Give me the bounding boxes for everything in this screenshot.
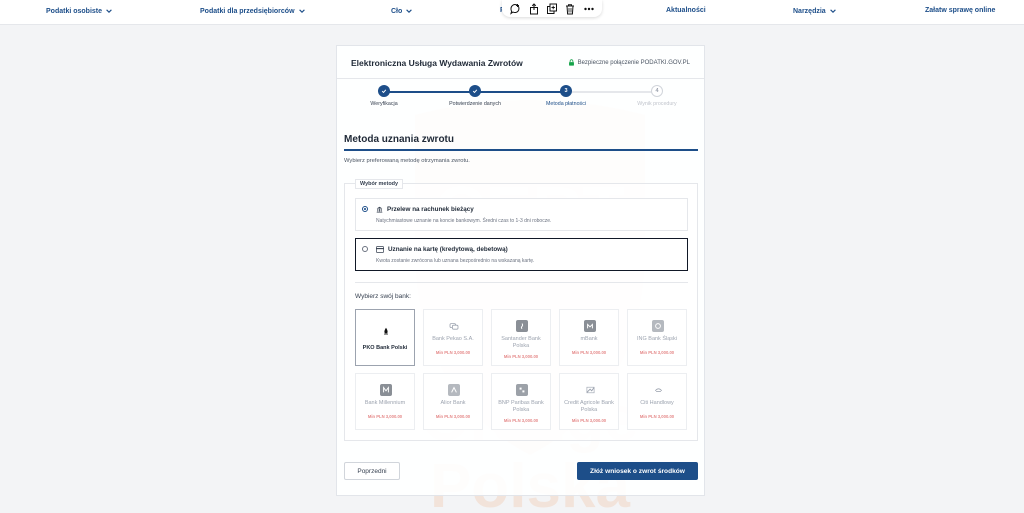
bank-min-amount: Min PLN 3,000.00 — [503, 418, 539, 423]
ing-logo-icon — [652, 320, 664, 332]
stepper-line-pending — [565, 91, 655, 93]
delete-icon[interactable] — [564, 3, 576, 15]
option-description: Kwota zostanie zwrócona lub uznana bezpo… — [376, 258, 535, 264]
secure-connection: Bezpieczne połączenie PODATKI.GOV.PL — [568, 59, 690, 66]
bank-name: BNP Paribas Bank Polska — [498, 400, 544, 413]
option-title: Uznanie na kartę (kredytową, debetową) — [376, 246, 508, 253]
bank-min-amount: Min PLN 3,000.00 — [639, 350, 675, 355]
section-title: Metoda uznania zwrotu — [344, 134, 454, 145]
lock-icon — [568, 59, 574, 66]
comment-add-icon[interactable] — [509, 3, 521, 15]
pekao-logo-icon — [448, 320, 460, 332]
nav-item-podatki-osobiste[interactable]: Podatki osobiste — [46, 7, 113, 15]
nav-item-label: Aktualności — [666, 7, 706, 14]
bank-tile-alior[interactable]: Alior Bank Min PLN 3,000.00 — [423, 373, 483, 430]
share-icon[interactable] — [528, 2, 540, 15]
duplicate-icon[interactable] — [546, 3, 558, 15]
bank-min-amount: Min PLN 3,000.00 — [435, 350, 471, 355]
citi-logo-icon — [652, 384, 664, 396]
chevron-down-icon — [829, 9, 836, 13]
previous-button[interactable]: Poprzedni — [344, 462, 400, 480]
credit-agricole-logo-icon — [584, 384, 596, 396]
bank-tile-millennium[interactable]: Bank Millennium Min PLN 3,000.00 — [355, 373, 415, 430]
nav-item-label: Narzędzia — [793, 7, 826, 15]
step-4-circle: 4 — [651, 85, 663, 97]
step-3-circle: 3 — [560, 85, 572, 97]
bank-tile-bnp[interactable]: BNP Paribas Bank Polska Min PLN 3,000.00 — [491, 373, 551, 430]
bank-name: Santander Bank Polska — [501, 336, 541, 349]
pko-logo-icon — [380, 325, 392, 337]
mbank-logo-icon — [584, 320, 596, 332]
submit-refund-button[interactable]: Złóż wniosek o zwrot środków — [577, 462, 698, 480]
card-header: Elektroniczna Usługa Wydawania Zwrotów B… — [337, 46, 704, 79]
nav-item-narzedzia[interactable]: Narzędzia — [793, 7, 837, 15]
bank-icon — [376, 206, 383, 213]
option-card-refund[interactable]: Uznanie na kartę (kredytową, debetową) K… — [355, 238, 688, 271]
bank-divider — [355, 282, 688, 283]
millennium-logo-icon — [380, 384, 392, 396]
bank-tile-ing[interactable]: ING Bank Śląski Min PLN 3,000.00 — [627, 309, 687, 366]
section-description: Wybierz preferowaną metodę otrzymania zw… — [344, 158, 470, 164]
bank-tile-pekao[interactable]: Bank Pekao S.A. Min PLN 3,000.00 — [423, 309, 483, 366]
step-label-weryfikacja: Weryfikacja — [370, 101, 398, 107]
progress-stepper: 3 4 Weryfikacja Potwierdzenie danych Met… — [337, 84, 704, 114]
step-label-metoda: Metoda płatności — [545, 101, 587, 107]
option-bank-transfer[interactable]: Przelew na rachunek bieżący Natychmiasto… — [355, 198, 688, 231]
chevron-down-icon — [298, 9, 305, 13]
bank-tile-citi[interactable]: Citi Handlowy Min PLN 3,000.00 — [627, 373, 687, 430]
step-2-check-icon — [469, 85, 481, 97]
bank-name: Bank Pekao S.A. — [432, 336, 474, 342]
bank-tile-mbank[interactable]: mBank Min PLN 3,000.00 — [559, 309, 619, 366]
bank-tile-pko[interactable]: PKO Bank Polski — [355, 309, 415, 366]
bank-min-amount: Min PLN 3,000.00 — [571, 418, 607, 423]
step-1-check-icon — [378, 85, 390, 97]
bank-min-amount: Min PLN 3,000.00 — [503, 354, 539, 359]
bank-name: Citi Handlowy — [640, 400, 674, 406]
bank-heading: Wybierz swój bank: — [355, 293, 411, 300]
nav-item-podatki-przedsiebiorcow[interactable]: Podatki dla przedsiębiorców — [200, 7, 306, 15]
more-icon[interactable] — [583, 3, 595, 15]
method-legend: Wybór metody — [355, 179, 404, 189]
radio-bank-transfer[interactable] — [362, 206, 368, 212]
bank-name: Bank Millennium — [364, 400, 406, 406]
step-label-wynik: Wynik procedury — [637, 101, 677, 107]
bank-min-amount: Min PLN 3,000.00 — [571, 350, 607, 355]
chevron-down-icon — [106, 9, 112, 13]
nav-item-clo[interactable]: Cło — [391, 7, 413, 15]
nav-item-label: Podatki osobiste — [46, 7, 103, 15]
alior-logo-icon — [448, 384, 460, 396]
section-divider — [344, 149, 698, 151]
option-title-text: Przelew na rachunek bieżący — [387, 206, 474, 213]
refund-form-card: Elektroniczna Usługa Wydawania Zwrotów B… — [336, 45, 705, 496]
bank-name: Alior Bank — [440, 400, 466, 406]
bank-min-amount: Min PLN 3,000.00 — [367, 414, 403, 419]
bank-min-amount: Min PLN 3,000.00 — [639, 414, 675, 419]
nav-item-zalatw-sprawe[interactable]: Załatw sprawę online — [925, 7, 995, 14]
nav-item-label: Cło — [391, 7, 403, 15]
bnp-logo-icon — [516, 384, 528, 396]
method-fieldset: Wybór metody Przelew na rachunek bieżący… — [344, 179, 698, 441]
page-title: Elektroniczna Usługa Wydawania Zwrotów — [351, 58, 523, 68]
bank-min-amount: Min PLN 3,000.00 — [435, 414, 471, 419]
option-title: Przelew na rachunek bieżący — [376, 206, 474, 213]
bank-tile-credit-agricole[interactable]: Credit Agricole Bank Polska Min PLN 3,00… — [559, 373, 619, 430]
bank-name: ING Bank Śląski — [636, 336, 678, 342]
floating-toolbar — [502, 0, 602, 17]
radio-card-refund[interactable] — [362, 246, 368, 252]
secure-connection-label: Bezpieczne połączenie PODATKI.GOV.PL — [577, 59, 690, 66]
bank-name: Credit Agricole Bank Polska — [564, 400, 614, 413]
bank-tile-santander[interactable]: Santander Bank Polska Min PLN 3,000.00 — [491, 309, 551, 366]
option-description: Natychmiastowe uznanie na koncie bankowy… — [376, 218, 552, 224]
nav-item-label: Załatw sprawę online — [925, 7, 996, 14]
nav-item-aktualnosci[interactable]: Aktualności — [666, 7, 706, 14]
step-label-potwierdzenie: Potwierdzenie danych — [449, 101, 501, 107]
bank-name: mBank — [580, 336, 598, 342]
credit-card-icon — [376, 246, 384, 253]
option-title-text: Uznanie na kartę (kredytową, debetową) — [388, 246, 508, 253]
nav-item-label: Podatki dla przedsiębiorców — [200, 7, 295, 15]
bank-name: PKO Bank Polski — [362, 345, 408, 351]
chevron-down-icon — [406, 9, 413, 13]
santander-logo-icon — [516, 320, 528, 332]
